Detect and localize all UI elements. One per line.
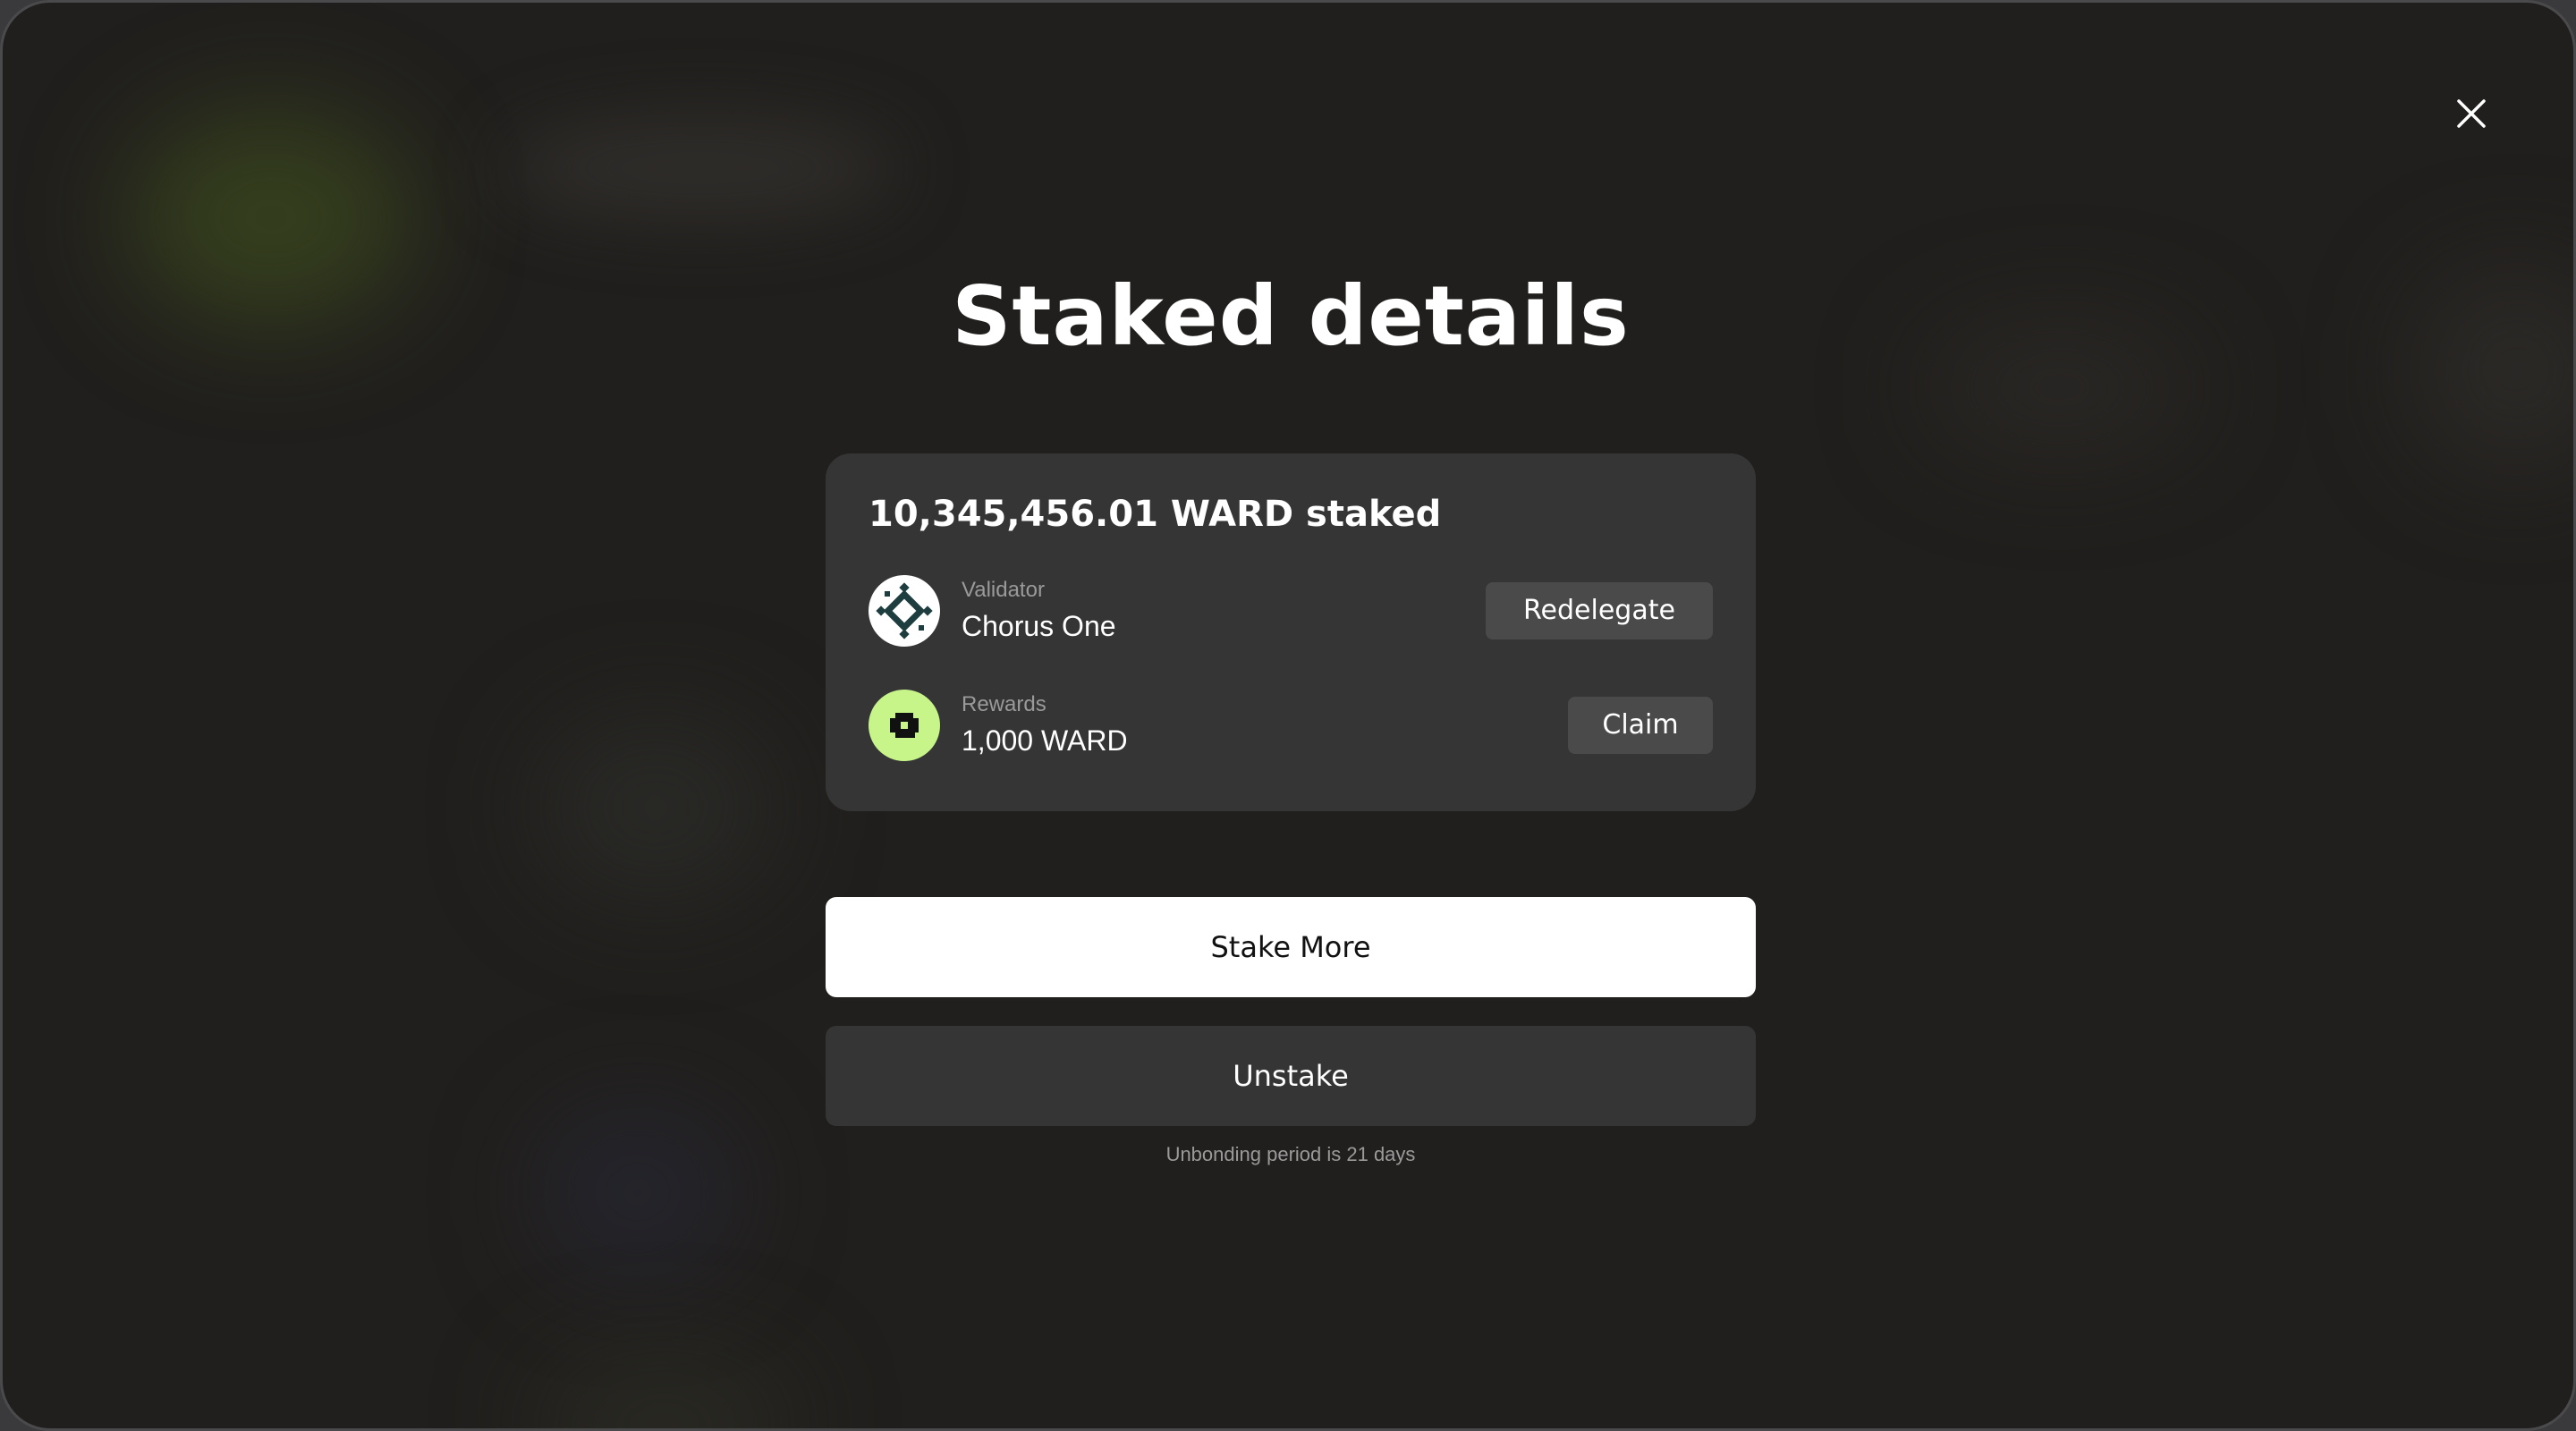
chorus-one-logo-icon (876, 582, 933, 639)
claim-button[interactable]: Claim (1568, 697, 1713, 754)
background-blur (539, 718, 772, 897)
validator-label: Validator (962, 578, 1045, 602)
staked-amount: 10,345,456.01 WARD staked (869, 494, 1442, 535)
ward-token-icon (890, 713, 919, 738)
close-icon (2457, 99, 2486, 128)
background-blur (504, 119, 897, 217)
redelegate-button[interactable]: Redelegate (1486, 582, 1713, 639)
rewards-row: Rewards 1,000 WARD Claim (869, 688, 1713, 763)
staked-summary-card: 10,345,456.01 WARD staked Validator Chor… (826, 453, 1756, 811)
validator-avatar (869, 575, 940, 647)
unstake-button[interactable]: Unstake (826, 1026, 1756, 1126)
stake-more-button[interactable]: Stake More (826, 897, 1756, 997)
rewards-avatar (869, 690, 940, 761)
app-window: Staked details 10,345,456.01 WARD staked… (0, 0, 2576, 1431)
unbonding-note: Unbonding period is 21 days (1165, 1143, 1416, 1165)
rewards-label: Rewards (962, 692, 1046, 716)
background-blur (539, 1362, 790, 1428)
close-button[interactable] (2443, 85, 2500, 142)
rewards-amount: 1,000 WARD (962, 724, 1128, 757)
background-blur (539, 1112, 736, 1273)
validator-name: Chorus One (962, 610, 1116, 642)
page-title: Staked details (952, 268, 1630, 364)
validator-row: Validator Chorus One Redelegate (869, 573, 1713, 648)
